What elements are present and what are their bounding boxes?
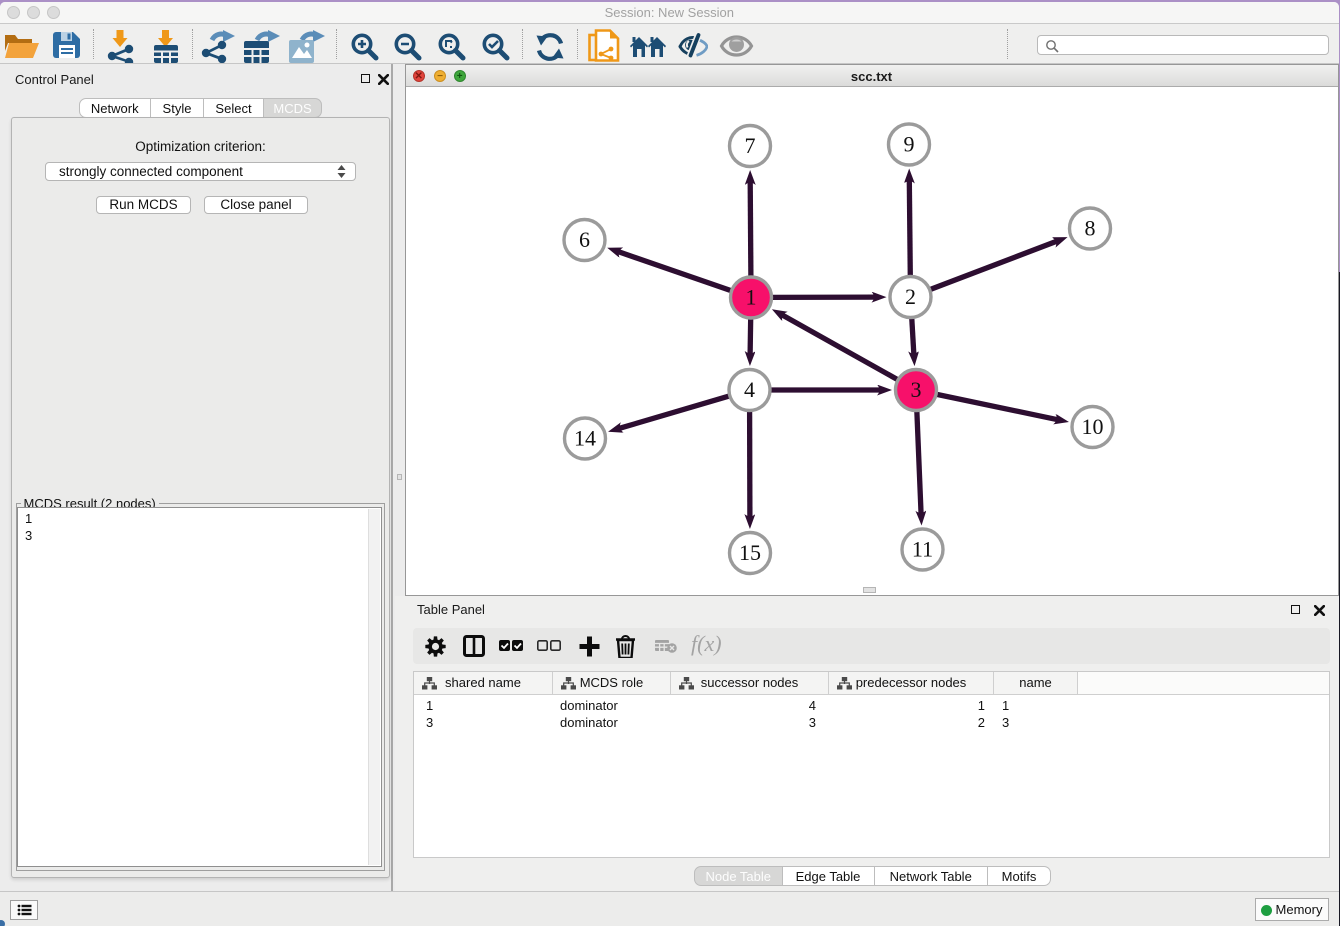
svg-text:4: 4	[744, 377, 755, 402]
svg-text:3: 3	[910, 377, 921, 402]
svg-text:7: 7	[744, 133, 755, 158]
svg-text:14: 14	[574, 426, 596, 451]
svg-text:6: 6	[579, 227, 590, 252]
svg-text:9: 9	[903, 132, 914, 157]
svg-text:2: 2	[905, 284, 916, 309]
svg-text:1: 1	[745, 285, 756, 310]
svg-text:11: 11	[911, 537, 932, 562]
svg-text:8: 8	[1084, 216, 1095, 241]
svg-text:10: 10	[1081, 414, 1103, 439]
svg-text:15: 15	[739, 540, 761, 565]
